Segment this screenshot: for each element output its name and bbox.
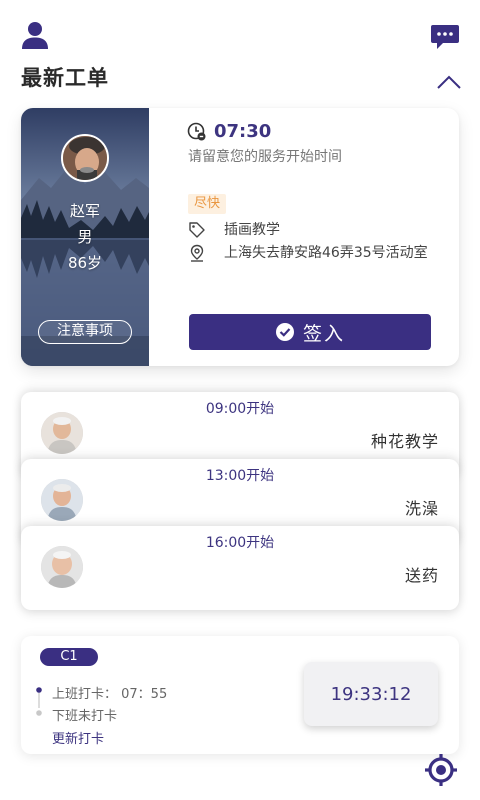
client-age: 86岁 bbox=[67, 254, 103, 272]
order-time: 09:00开始 bbox=[205, 401, 275, 417]
tag-icon bbox=[189, 222, 205, 238]
service-name: 插画教学 bbox=[224, 222, 280, 238]
client-avatar bbox=[41, 479, 83, 521]
chevron-up-icon[interactable] bbox=[436, 72, 462, 92]
client-panel: 赵军 男 86岁 注意事项 bbox=[21, 108, 149, 366]
timeline-icon bbox=[36, 687, 42, 716]
urgency-badge: 尽快 bbox=[188, 194, 227, 214]
order-service: 洗澡 bbox=[404, 499, 439, 518]
client-gender: 男 bbox=[77, 228, 93, 246]
update-punch-link[interactable]: 更新打卡 bbox=[52, 728, 104, 747]
check-circle-icon bbox=[275, 323, 294, 341]
address-row: 上海失去静安路46弄35号活动室 bbox=[188, 242, 438, 265]
checkin-button[interactable]: 签入 bbox=[189, 314, 431, 350]
order-time: 13:00开始 bbox=[205, 468, 275, 484]
order-card[interactable]: 16:00开始 送药 bbox=[21, 526, 459, 610]
client-name: 赵军 bbox=[69, 202, 100, 220]
punch-in-status: 上班打卡： 07：55 bbox=[52, 687, 168, 702]
punch-clock-button[interactable]: 19:33:12 bbox=[304, 662, 438, 726]
order-time: 16:00开始 bbox=[205, 535, 275, 551]
service-row: 插画教学 bbox=[188, 219, 280, 242]
start-time-row: 07:30 bbox=[187, 121, 271, 142]
punch-out-status: 下班未打卡 bbox=[52, 709, 118, 724]
location-pin-icon bbox=[190, 244, 204, 262]
featured-order-card[interactable]: 赵军 男 86岁 注意事项 07:30 请留意您的服务开始时间 尽快 插画教学 … bbox=[21, 108, 459, 366]
client-avatar bbox=[61, 134, 109, 182]
attendance-card: C1 上班打卡： 07：55 下班未打卡 更新打卡 19:33:12 bbox=[21, 636, 459, 754]
order-service: 种花教学 bbox=[370, 432, 439, 451]
shift-badge: C1 bbox=[40, 648, 98, 666]
reminder-text: 请留意您的服务开始时间 bbox=[188, 149, 342, 165]
client-avatar bbox=[41, 546, 83, 588]
chat-icon[interactable] bbox=[430, 23, 460, 51]
clock-icon bbox=[187, 122, 206, 140]
locate-icon[interactable] bbox=[423, 752, 459, 788]
address-text: 上海失去静安路46弄35号活动室 bbox=[224, 245, 428, 261]
client-avatar bbox=[41, 412, 83, 454]
order-service: 送药 bbox=[404, 566, 439, 585]
checkin-label: 签入 bbox=[302, 322, 345, 345]
notes-button[interactable]: 注意事项 bbox=[38, 320, 132, 344]
start-time: 07:30 bbox=[214, 121, 272, 142]
page-title: 最新工单 bbox=[21, 66, 109, 90]
user-icon[interactable] bbox=[20, 20, 50, 50]
